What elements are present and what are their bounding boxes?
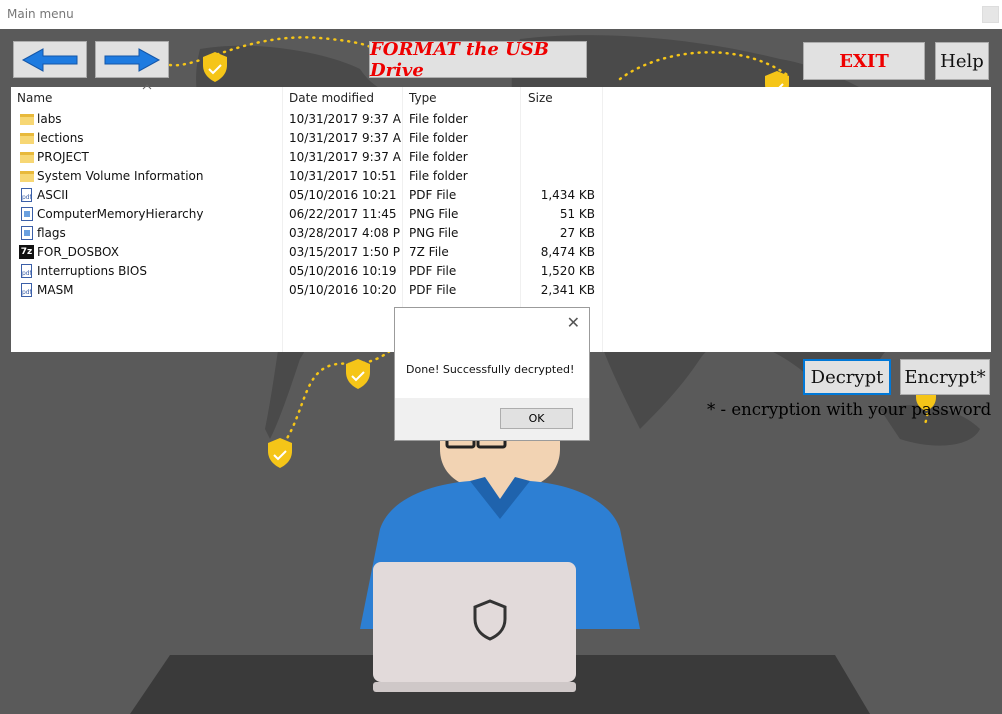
folder-icon: [20, 171, 34, 182]
file-type: File folder: [409, 169, 468, 183]
file-size: 1,520 KB: [540, 264, 595, 278]
file-date: 03/28/2017 4:08 PM: [289, 226, 401, 240]
dialog-message: Done! Successfully decrypted!: [406, 363, 575, 376]
file-name: lections: [37, 131, 84, 145]
file-type: PDF File: [409, 188, 457, 202]
file-row[interactable]: lections 10/31/2017 9:37 AM File folder: [11, 129, 611, 148]
file-name: labs: [37, 112, 62, 126]
file-row[interactable]: PROJECT 10/31/2017 9:37 AM File folder: [11, 148, 611, 167]
pdf-icon: pdf: [21, 283, 32, 297]
file-row[interactable]: pdf Interruptions BIOS 05/10/2016 10:19 …: [11, 262, 611, 281]
ok-button[interactable]: OK: [500, 408, 573, 429]
file-type: 7Z File: [409, 245, 449, 259]
file-row[interactable]: pdf ASCII 05/10/2016 10:21 ... PDF File …: [11, 186, 611, 205]
arrow-right-icon: [104, 47, 161, 72]
file-size: 27 KB: [559, 226, 595, 240]
pdf-icon: pdf: [21, 188, 32, 202]
encryption-note: * - encryption with your password: [707, 400, 992, 419]
file-date: 10/31/2017 9:37 AM: [289, 150, 401, 164]
png-icon: [21, 226, 33, 240]
file-type: File folder: [409, 131, 468, 145]
file-type: File folder: [409, 150, 468, 164]
column-header-date[interactable]: Date modified: [289, 91, 374, 105]
pdf-icon: pdf: [21, 264, 32, 278]
forward-button[interactable]: [95, 41, 169, 78]
file-type: PDF File: [409, 264, 457, 278]
encrypt-button[interactable]: Encrypt*: [900, 359, 990, 395]
decrypt-button[interactable]: Decrypt: [803, 359, 891, 395]
file-size: 8,474 KB: [540, 245, 595, 259]
file-row[interactable]: ComputerMemoryHierarchy 06/22/2017 11:45…: [11, 205, 611, 224]
back-button[interactable]: [13, 41, 87, 78]
file-date: 05/10/2016 10:19 ...: [289, 264, 401, 278]
file-date: 10/31/2017 9:37 AM: [289, 112, 401, 126]
file-date: 06/22/2017 11:45 ...: [289, 207, 401, 221]
sort-ascending-icon: [142, 84, 152, 90]
file-row[interactable]: System Volume Information 10/31/2017 10:…: [11, 167, 611, 186]
file-size: 2,341 KB: [540, 283, 595, 297]
file-row[interactable]: flags 03/28/2017 4:08 PM PNG File 27 KB: [11, 224, 611, 243]
file-name: Interruptions BIOS: [37, 264, 147, 278]
file-type: PNG File: [409, 207, 459, 221]
dialog-body: ✕ Done! Successfully decrypted!: [395, 308, 589, 398]
7z-archive-icon: 7z: [19, 245, 34, 259]
file-date: 10/31/2017 10:51 ...: [289, 169, 401, 183]
file-date: 10/31/2017 9:37 AM: [289, 131, 401, 145]
file-row[interactable]: 7z FOR_DOSBOX 03/15/2017 1:50 PM 7Z File…: [11, 243, 611, 262]
file-name: flags: [37, 226, 66, 240]
png-icon: [21, 207, 33, 221]
file-name: ASCII: [37, 188, 69, 202]
exit-button[interactable]: EXIT: [803, 42, 925, 80]
folder-icon: [20, 114, 34, 125]
file-date: 03/15/2017 1:50 PM: [289, 245, 401, 259]
file-name: ComputerMemoryHierarchy: [37, 207, 204, 221]
arrow-left-icon: [21, 47, 78, 72]
folder-icon: [20, 152, 34, 163]
file-name: FOR_DOSBOX: [37, 245, 119, 259]
window-title: Main menu: [7, 7, 74, 21]
column-header-name[interactable]: Name: [17, 91, 52, 105]
column-header-type[interactable]: Type: [409, 91, 437, 105]
file-date: 05/10/2016 10:20 ...: [289, 283, 401, 297]
file-type: PNG File: [409, 226, 459, 240]
file-date: 05/10/2016 10:21 ...: [289, 188, 401, 202]
file-row[interactable]: labs 10/31/2017 9:37 AM File folder: [11, 110, 611, 129]
column-header-size[interactable]: Size: [528, 91, 553, 105]
file-row[interactable]: pdf MASM 05/10/2016 10:20 ... PDF File 2…: [11, 281, 611, 300]
file-name: System Volume Information: [37, 169, 204, 183]
file-name: PROJECT: [37, 150, 89, 164]
message-dialog: ✕ Done! Successfully decrypted! OK: [394, 307, 590, 441]
file-name: MASM: [37, 283, 74, 297]
file-type: File folder: [409, 112, 468, 126]
file-size: 51 KB: [559, 207, 595, 221]
title-bar: Main menu: [0, 0, 1002, 29]
help-button[interactable]: Help: [935, 42, 989, 80]
folder-icon: [20, 133, 34, 144]
window-close-button[interactable]: [982, 6, 999, 23]
file-type: PDF File: [409, 283, 457, 297]
file-size: 1,434 KB: [540, 188, 595, 202]
close-icon[interactable]: ✕: [567, 313, 580, 332]
format-usb-button[interactable]: FORMAT the USB Drive: [369, 39, 587, 81]
